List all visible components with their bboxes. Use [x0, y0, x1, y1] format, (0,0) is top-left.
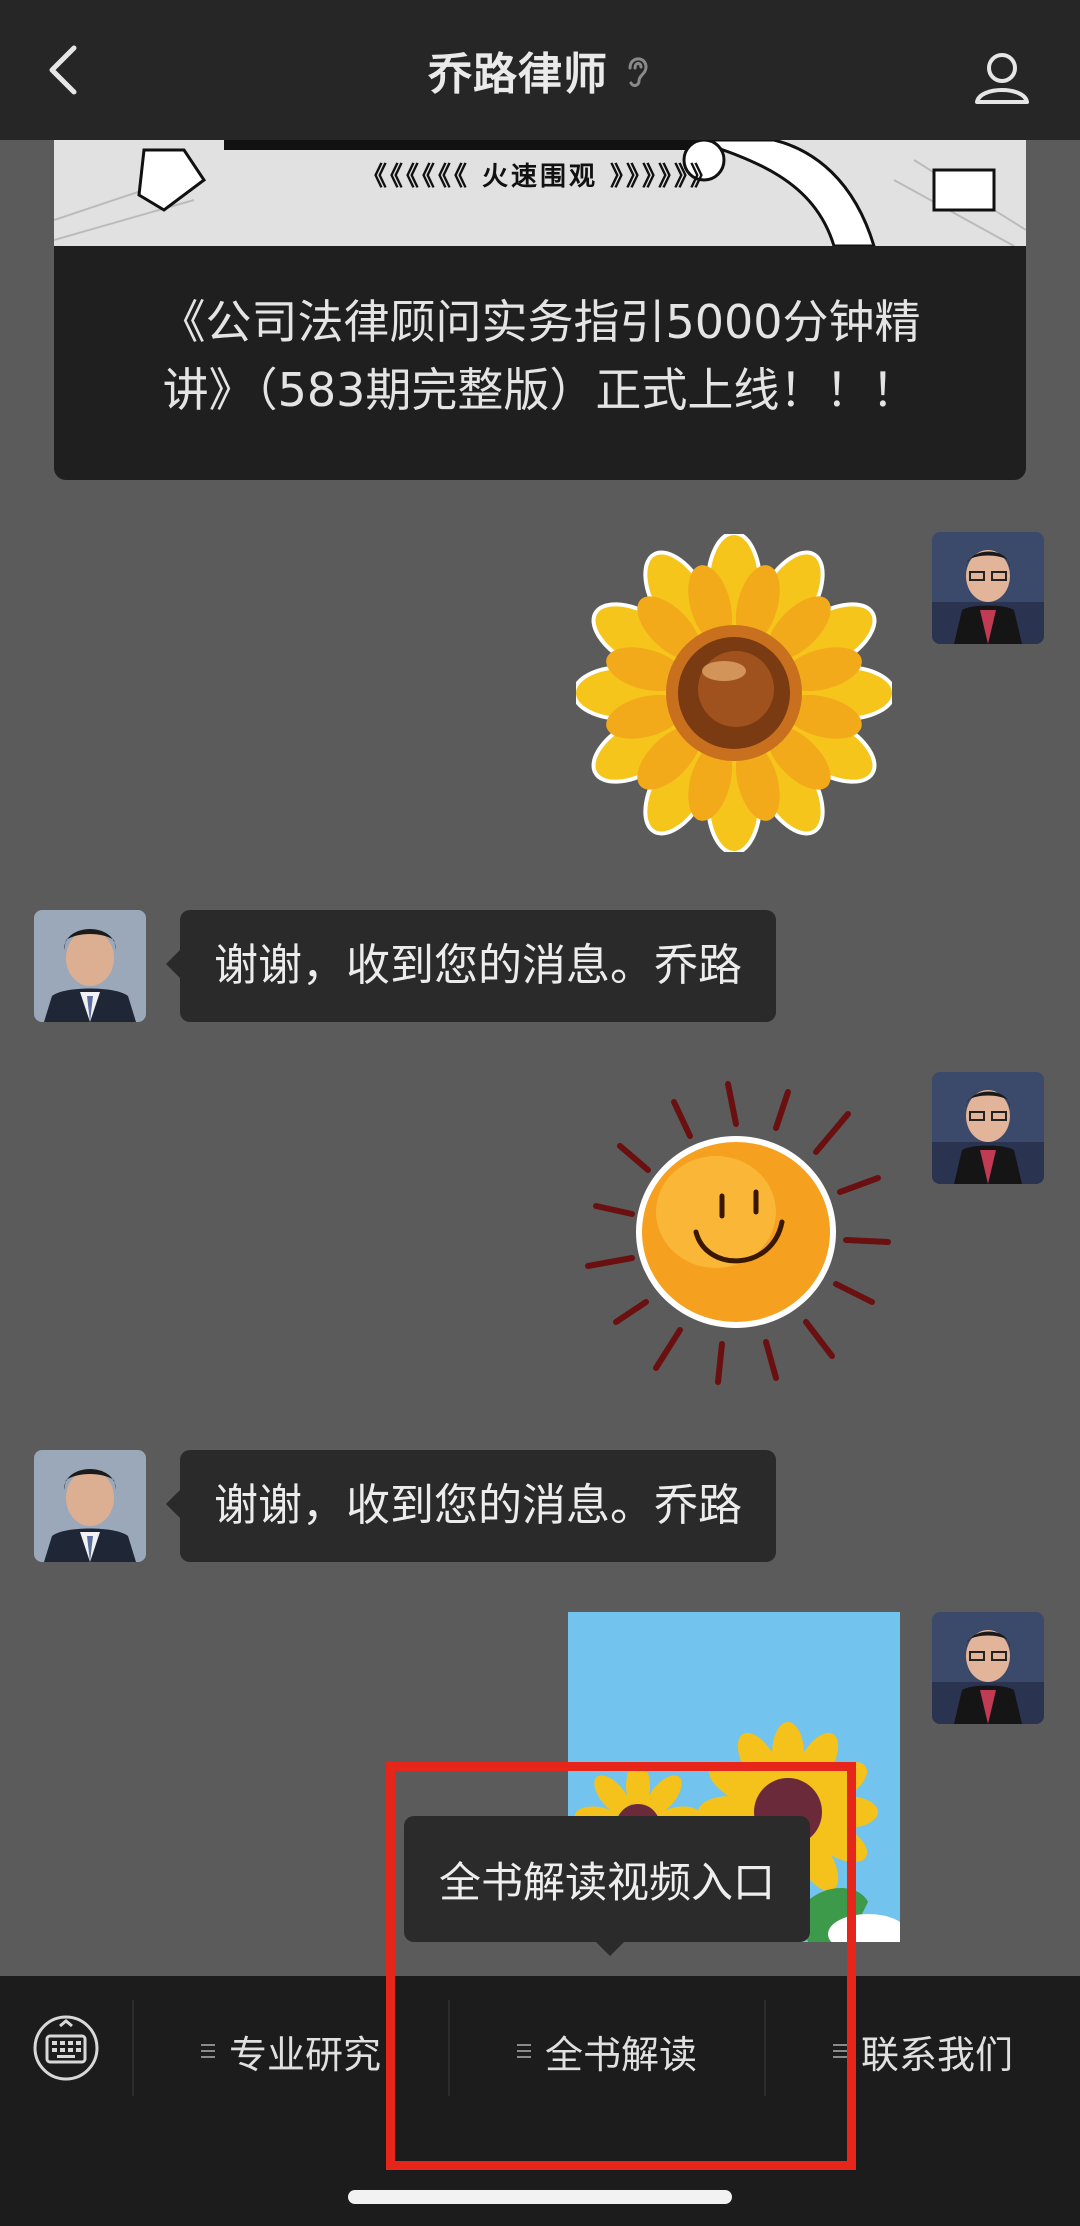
- avatar-photo-self: [932, 532, 1044, 644]
- menu-item-label: 专业研究: [228, 2032, 381, 2077]
- message-text: 谢谢，收到您的消息。乔路: [214, 940, 742, 991]
- article-card[interactable]: 《《《《《《 火速围观 》》》》》》 《公司法律顾问实务指引5000分钟精 讲》…: [54, 140, 1026, 480]
- article-title: 《公司法律顾问实务指引5000分钟精 讲》（583期完整版）正式上线！！！: [94, 288, 986, 424]
- avatar-photo-contact: [34, 910, 146, 1022]
- my-avatar[interactable]: [932, 532, 1044, 644]
- menu-item-label: 联系我们: [860, 2032, 1013, 2077]
- article-title-line-2: 讲》（583期完整版）正式上线！！！: [162, 363, 918, 417]
- message-bubble[interactable]: 谢谢，收到您的消息。乔路: [166, 1450, 776, 1562]
- message-bubble[interactable]: 谢谢，收到您的消息。乔路: [166, 910, 776, 1022]
- smiling-sun-sticker[interactable]: [566, 1072, 896, 1392]
- home-indicator: [348, 2190, 732, 2204]
- menu-lines-icon: [200, 2044, 215, 2058]
- avatar-photo-self: [932, 1612, 1044, 1724]
- page-title: 乔路律师: [428, 49, 608, 100]
- avatar-photo-self: [932, 1072, 1044, 1184]
- chevron-left-icon[interactable]: [36, 40, 96, 100]
- message-text: 谢谢，收到您的消息。乔路: [214, 1480, 742, 1531]
- contact-avatar[interactable]: [34, 1450, 146, 1562]
- highlight-annotation-box: [386, 1762, 856, 2170]
- title-group: 乔路律师: [428, 38, 652, 102]
- sunflower-sticker[interactable]: [576, 534, 892, 852]
- contact-avatar[interactable]: [34, 910, 146, 1022]
- keyboard-icon[interactable]: [32, 2014, 100, 2082]
- article-banner-image: 《《《《《《 火速围观 》》》》》》: [54, 140, 1026, 246]
- avatar-photo-contact: [34, 1450, 146, 1562]
- person-icon[interactable]: [972, 48, 1032, 108]
- my-avatar[interactable]: [932, 1072, 1044, 1184]
- banner-caption: 《《《《《《 火速围观 》》》》》》: [360, 162, 720, 192]
- ear-icon: [628, 57, 648, 87]
- my-avatar[interactable]: [932, 1612, 1044, 1724]
- article-title-line-1: 《公司法律顾问实务指引5000分钟精: [159, 295, 921, 349]
- nav-bar: 乔路律师: [0, 0, 1080, 140]
